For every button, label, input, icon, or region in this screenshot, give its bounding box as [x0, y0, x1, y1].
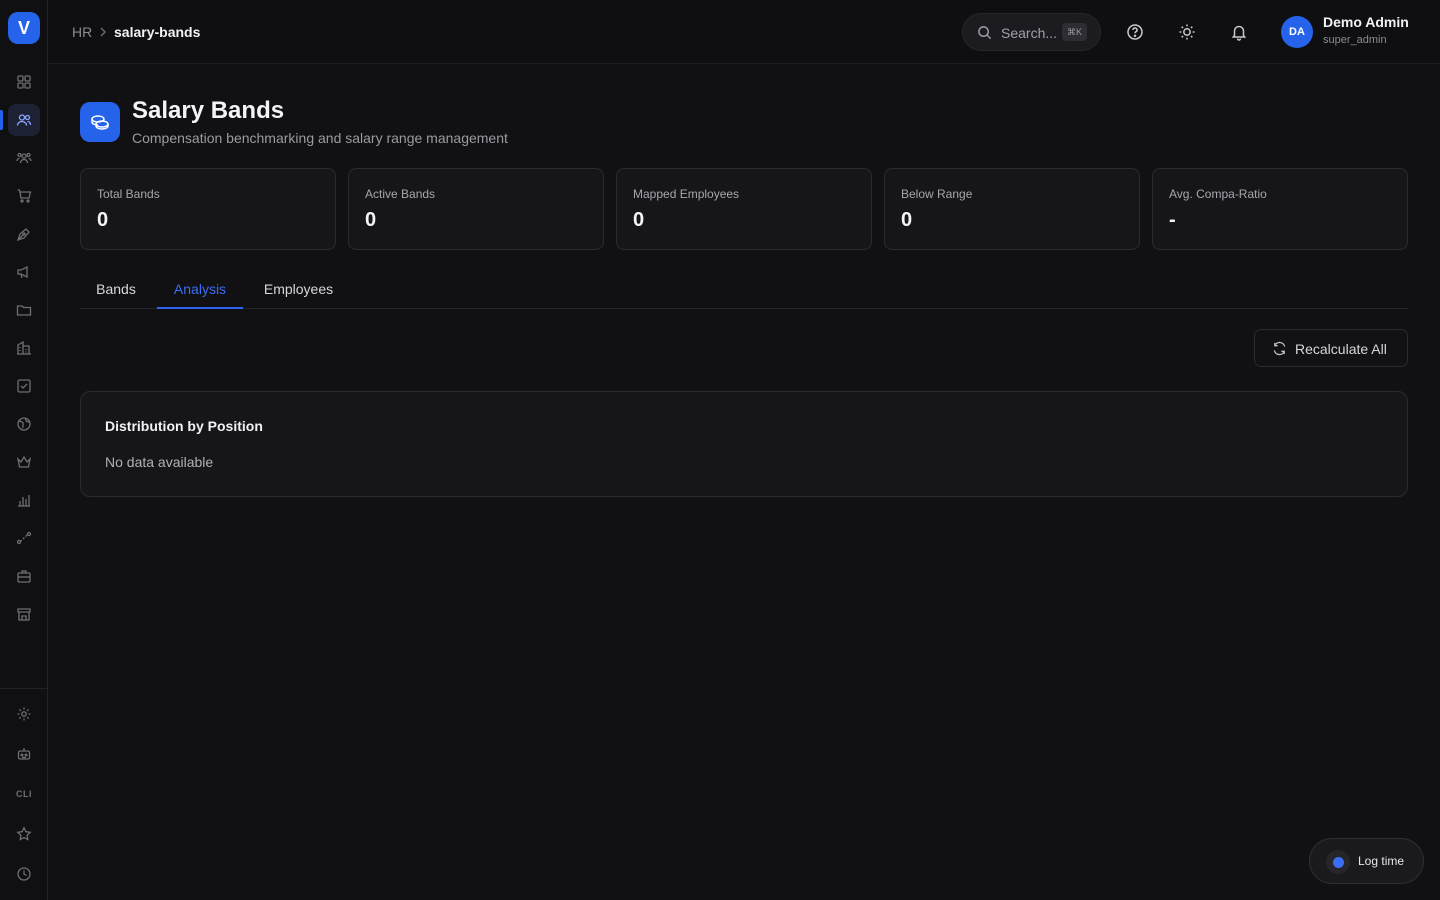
- globe-icon: [17, 417, 31, 431]
- briefcase-icon: [17, 570, 31, 583]
- stat-value: 0: [97, 209, 109, 231]
- stat-card-active-bands: Active Bands 0: [348, 168, 604, 250]
- stat-value: 0: [901, 209, 913, 231]
- route-icon: [16, 531, 32, 545]
- stat-card-total-bands: Total Bands 0: [80, 168, 336, 250]
- sidebar-item-store[interactable]: [8, 598, 40, 630]
- stat-card-mapped-employees: Mapped Employees 0: [616, 168, 872, 250]
- bot-icon: [17, 748, 31, 760]
- stat-value: -: [1169, 209, 1176, 231]
- notifications-button[interactable]: [1227, 20, 1251, 44]
- sidebar-item-global[interactable]: [8, 408, 40, 440]
- user-name[interactable]: Demo Admin: [1323, 14, 1409, 30]
- sidebar-item-commerce[interactable]: [8, 180, 40, 212]
- help-icon: [1127, 24, 1143, 40]
- sidebar-active-indicator: [0, 110, 3, 130]
- bell-icon: [1231, 25, 1247, 41]
- sidebar-item-reports[interactable]: [8, 484, 40, 516]
- pen-tool-icon: [16, 228, 30, 242]
- cart-icon: [17, 189, 32, 203]
- cli-icon: CLI: [16, 789, 32, 799]
- coins-icon: [80, 102, 120, 142]
- stat-label: Avg. Compa-Ratio: [1169, 187, 1267, 201]
- tab-analysis[interactable]: Analysis: [157, 270, 243, 309]
- sidebar-item-routes[interactable]: [8, 522, 40, 554]
- search-button[interactable]: Search... ⌘K: [962, 13, 1101, 51]
- sidebar-item-jobs[interactable]: [8, 560, 40, 592]
- users-icon: [16, 114, 32, 126]
- stat-label: Below Range: [901, 187, 973, 201]
- recalculate-label: Recalculate All: [1295, 341, 1387, 357]
- breadcrumb-root[interactable]: HR: [72, 24, 92, 40]
- top-bar: HR salary-bands Search... ⌘K DA Demo Adm…: [48, 0, 1440, 64]
- checkbox-icon: [17, 379, 31, 393]
- user-role: super_admin: [1323, 34, 1387, 46]
- sidebar-item-settings[interactable]: [8, 698, 40, 730]
- bar-chart-icon: [18, 495, 30, 507]
- user-avatar[interactable]: DA: [1281, 16, 1313, 48]
- search-shortcut: ⌘K: [1062, 23, 1088, 41]
- tab-bar: Bands Analysis Employees: [80, 270, 1408, 309]
- search-placeholder: Search...: [1001, 25, 1058, 41]
- tab-bands[interactable]: Bands: [80, 270, 152, 308]
- settings-icon: [17, 707, 31, 721]
- stat-card-below-range: Below Range 0: [884, 168, 1140, 250]
- chevron-right-icon: [100, 27, 106, 37]
- sidebar-divider: [0, 688, 48, 689]
- sidebar-item-tasks[interactable]: [8, 370, 40, 402]
- app-logo[interactable]: V: [8, 12, 40, 44]
- building-icon: [17, 340, 31, 355]
- sidebar-item-design[interactable]: [8, 218, 40, 250]
- recalculate-all-button[interactable]: Recalculate All: [1254, 329, 1408, 367]
- sun-icon: [1179, 24, 1195, 40]
- timer-icon: [1326, 850, 1350, 874]
- megaphone-icon: [17, 265, 28, 279]
- log-time-button[interactable]: Log time: [1309, 838, 1424, 884]
- crown-icon: [16, 455, 32, 468]
- breadcrumb-current: salary-bands: [114, 24, 201, 40]
- stat-label: Total Bands: [97, 187, 160, 201]
- star-icon: [16, 826, 32, 841]
- tab-employees[interactable]: Employees: [248, 270, 349, 308]
- sidebar-item-dashboard[interactable]: [8, 66, 40, 98]
- sidebar-item-history[interactable]: [8, 858, 40, 890]
- page-subtitle: Compensation benchmarking and salary ran…: [132, 130, 508, 146]
- help-button[interactable]: [1123, 20, 1147, 44]
- stat-label: Mapped Employees: [633, 187, 740, 201]
- page-title: Salary Bands: [132, 97, 285, 124]
- clock-icon: [17, 867, 31, 881]
- panel-title: Distribution by Position: [105, 418, 263, 434]
- log-time-label: Log time: [1358, 854, 1405, 868]
- sidebar-item-cli[interactable]: CLI: [8, 778, 40, 810]
- store-icon: [17, 608, 31, 621]
- theme-toggle-button[interactable]: [1175, 20, 1199, 44]
- sidebar-item-favorites[interactable]: [8, 818, 40, 850]
- sidebar: V CLI: [0, 0, 48, 900]
- app-root: V CLI HR salary-bands Search... ⌘K DA De…: [0, 0, 1440, 900]
- sidebar-item-marketing[interactable]: [8, 256, 40, 288]
- sidebar-item-bot[interactable]: [8, 738, 40, 770]
- sidebar-item-teams[interactable]: [8, 142, 40, 174]
- dashboard-grid-icon: [17, 75, 31, 89]
- empty-state-text: No data available: [105, 454, 214, 470]
- team-icon: [16, 152, 32, 164]
- distribution-panel: Distribution by Position No data availab…: [80, 391, 1408, 497]
- search-icon: [978, 26, 992, 40]
- stat-label: Active Bands: [365, 187, 436, 201]
- sidebar-item-hr[interactable]: [8, 104, 40, 136]
- stat-card-avg-compa-ratio: Avg. Compa-Ratio -: [1152, 168, 1408, 250]
- stat-value: 0: [365, 209, 377, 231]
- refresh-icon: [1273, 341, 1286, 356]
- sidebar-item-company[interactable]: [8, 332, 40, 364]
- folder-icon: [16, 305, 32, 316]
- stat-value: 0: [633, 209, 645, 231]
- sidebar-item-files[interactable]: [8, 294, 40, 326]
- sidebar-item-premium[interactable]: [8, 446, 40, 478]
